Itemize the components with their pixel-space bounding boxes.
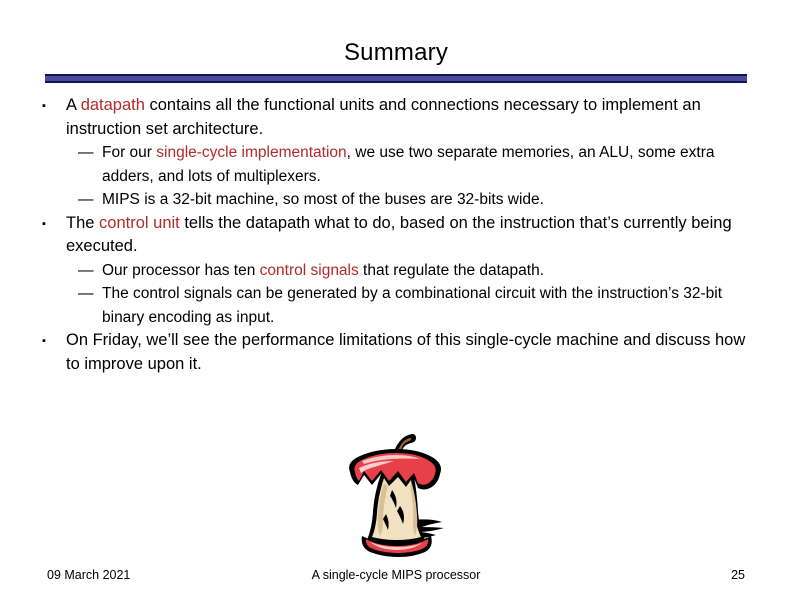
square-bullet-icon: ▪ (42, 100, 46, 112)
bullet-text-segment: Our processor has ten (102, 261, 260, 279)
bullet-level-2: — Our processor has ten control signals t… (40, 259, 752, 283)
bullet-level-2: — For our single-cycle implementation, we… (40, 141, 752, 188)
bullet-text-segment: The control signals can be generated by … (102, 285, 723, 326)
bullet-text-segment: MIPS is a 32-bit machine, so most of the… (102, 191, 544, 208)
highlighted-term: datapath (80, 96, 145, 114)
bullet-text-segment: On Friday, we’ll see the performance lim… (66, 331, 746, 373)
footer-page-number: 25 (731, 568, 745, 582)
bullet-text: For our single-cycle implementation, we … (102, 144, 715, 185)
em-dash-bullet-icon: — (78, 261, 94, 279)
em-dash-bullet-icon: — (78, 285, 94, 302)
bullet-text: Our processor has ten control signals th… (102, 262, 544, 279)
bullet-level-2: — MIPS is a 32-bit machine, so most of th… (40, 188, 752, 212)
em-dash-bullet-icon: — (78, 144, 94, 161)
bullet-text: MIPS is a 32-bit machine, so most of the… (102, 191, 544, 208)
highlighted-term: control signals (259, 261, 359, 279)
bullet-level-1: ▪ The control unit tells the datapath wha… (40, 212, 752, 259)
bullet-text-segment: For our (102, 144, 157, 161)
bullet-level-2: — The control signals can be generated by… (40, 282, 752, 329)
bullet-text-segment: A (66, 96, 81, 114)
highlighted-term: control unit (99, 213, 180, 232)
highlighted-term: single-cycle implementation (156, 144, 347, 161)
apple-core-image (326, 428, 476, 563)
bullet-level-1: ▪ A datapath contains all the functional … (40, 94, 752, 141)
bullet-text: The control signals can be generated by … (102, 285, 722, 326)
slide-footer: 09 March 2021 A single-cycle MIPS proces… (0, 568, 792, 590)
bullet-level-1: ▪ On Friday, we’ll see the performance li… (40, 329, 752, 376)
bullet-text: On Friday, we’ll see the performance lim… (66, 331, 745, 373)
bullet-text: A datapath contains all the functional u… (66, 96, 701, 138)
em-dash-bullet-icon: — (78, 191, 94, 208)
footer-subject: A single-cycle MIPS processor (311, 568, 481, 582)
square-bullet-icon: ▪ (42, 217, 46, 230)
bullet-text-segment: that regulate the datapath. (358, 261, 545, 279)
bullet-text-segment: The (66, 213, 100, 232)
page-title: Summary (343, 39, 449, 66)
bullet-text: The control unit tells the datapath what… (66, 214, 732, 256)
title-divider (45, 74, 747, 83)
bullet-text-segment: contains all the functional units and co… (66, 96, 701, 138)
slide-body: ▪ A datapath contains all the functional … (40, 94, 752, 376)
square-bullet-icon: ▪ (42, 335, 46, 347)
